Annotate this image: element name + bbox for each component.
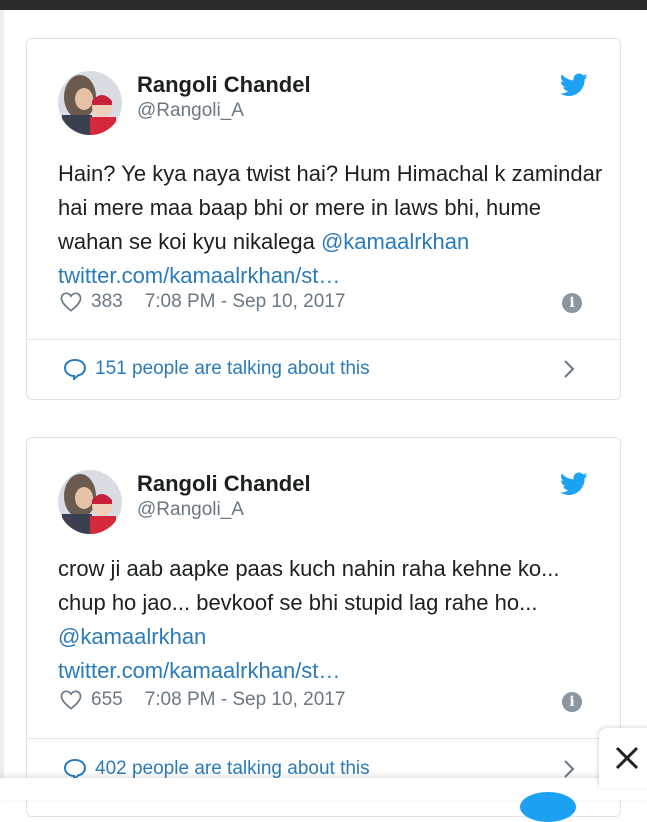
like-count[interactable]: 383 [91,291,123,313]
info-icon[interactable]: i [562,293,582,313]
speech-bubble-icon [63,358,87,380]
tweet-card[interactable]: Rangoli Chandel @Rangoli_A crow ji aab a… [26,437,621,817]
close-button[interactable] [599,728,647,788]
author-handle[interactable]: @Rangoli_A [137,499,244,521]
tweet-card[interactable]: Rangoli Chandel @Rangoli_A Hain? Ye kya … [26,38,621,400]
divider [27,738,620,739]
tweet-meta: 383 7:08 PM - Sep 10, 2017 [60,289,345,315]
twitter-bird-icon[interactable] [560,472,588,496]
close-icon [615,746,639,770]
tweet-meta: 655 7:08 PM - Sep 10, 2017 [60,687,345,713]
speech-bubble-icon [63,758,87,780]
conversation-link[interactable]: 151 people are talking about this [63,354,620,384]
tweet-body: crow ji aab aapke paas kuch nahin raha k… [58,556,560,615]
like-count[interactable]: 655 [91,689,123,711]
chevron-right-icon[interactable] [562,358,576,380]
info-icon[interactable]: i [562,692,582,712]
avatar[interactable] [58,71,122,135]
talking-count[interactable]: 151 people are talking about this [95,358,370,380]
top-bar [0,0,647,10]
floating-action-button[interactable] [520,792,576,822]
tweet-link[interactable]: twitter.com/kamaalrkhan/st… [58,658,340,683]
heart-icon[interactable] [60,690,82,710]
avatar[interactable] [58,470,122,534]
author-handle[interactable]: @Rangoli_A [137,100,244,122]
author-name[interactable]: Rangoli Chandel [137,471,311,497]
tweet-mention[interactable]: @kamaalrkhan [58,624,206,649]
page-edge [0,10,4,800]
author-name[interactable]: Rangoli Chandel [137,72,311,98]
tweet-text: crow ji aab aapke paas kuch nahin raha k… [58,552,603,688]
timestamp[interactable]: 7:08 PM - Sep 10, 2017 [145,291,346,313]
timestamp[interactable]: 7:08 PM - Sep 10, 2017 [145,689,346,711]
talking-count[interactable]: 402 people are talking about this [95,758,370,780]
heart-icon[interactable] [60,292,82,312]
divider [27,339,620,340]
tweet-text: Hain? Ye kya naya twist hai? Hum Himacha… [58,157,603,293]
chevron-right-icon[interactable] [562,758,576,780]
twitter-bird-icon[interactable] [560,73,588,97]
